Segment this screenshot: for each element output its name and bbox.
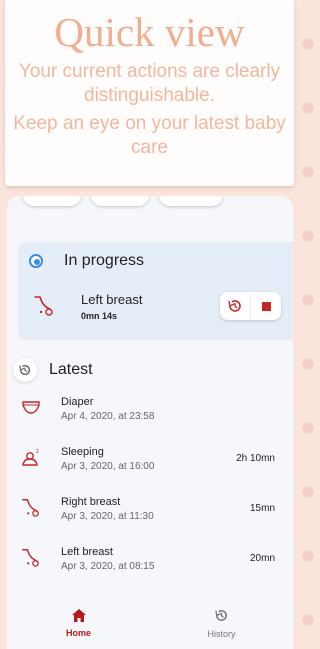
in-progress-card: In progress Left breast 0mn 14s bbox=[19, 242, 293, 338]
list-item-date: Apr 3, 2020, at 16:00 bbox=[61, 461, 155, 472]
breastfeeding-icon bbox=[22, 499, 39, 517]
promo-banner: Quick view Your current actions are clea… bbox=[5, 0, 294, 186]
svg-text:z: z bbox=[36, 449, 39, 455]
list-item-date: Apr 3, 2020, at 11:30 bbox=[61, 511, 154, 522]
in-progress-icon bbox=[29, 254, 43, 268]
list-item-duration: 15mn bbox=[249, 503, 275, 514]
list-item[interactable]: z Sleeping Apr 3, 2020, at 16:00 2h 10mn bbox=[7, 440, 293, 490]
in-progress-item[interactable]: Left breast 0mn 14s bbox=[33, 290, 285, 326]
nav-history[interactable]: History bbox=[150, 595, 293, 649]
history-icon bbox=[215, 609, 227, 621]
list-item-duration: 20mn bbox=[249, 553, 275, 564]
home-icon bbox=[71, 608, 86, 622]
history-button[interactable] bbox=[220, 292, 250, 320]
list-item-name: Left breast bbox=[61, 546, 113, 558]
list-item-duration: 2h 10mn bbox=[236, 453, 275, 464]
promo-title: Quick view bbox=[54, 9, 245, 55]
promo-subtitle: Your current actions are clearly disting… bbox=[18, 61, 281, 106]
quick-action-chip[interactable] bbox=[91, 196, 149, 206]
latest-list: Diaper Apr 4, 2020, at 23:58 z Sleeping … bbox=[7, 390, 293, 590]
list-item[interactable]: Right breast Apr 3, 2020, at 11:30 15mn bbox=[7, 490, 293, 540]
promo-subtitle-2: Keep an eye on your latest baby care bbox=[13, 113, 286, 158]
in-progress-timer: 0mn 14s bbox=[81, 311, 118, 321]
breastfeeding-icon bbox=[34, 296, 53, 316]
app-screen: In progress Left breast 0mn 14s Latest D… bbox=[7, 196, 293, 649]
in-progress-title: In progress bbox=[64, 252, 145, 269]
stop-button[interactable] bbox=[250, 292, 281, 320]
in-progress-name: Left breast bbox=[81, 292, 143, 307]
list-item[interactable]: Diaper Apr 4, 2020, at 23:58 bbox=[7, 390, 293, 440]
quick-action-chips bbox=[23, 196, 223, 206]
quick-action-chip[interactable] bbox=[159, 196, 223, 206]
quick-action-chip[interactable] bbox=[23, 196, 81, 206]
nav-history-label: History bbox=[207, 628, 236, 639]
list-item-name: Diaper bbox=[61, 396, 94, 408]
in-progress-actions bbox=[220, 292, 281, 320]
list-item-name: Sleeping bbox=[61, 446, 104, 458]
list-item-name: Right breast bbox=[61, 496, 121, 508]
in-progress-header: In progress bbox=[29, 252, 144, 270]
sleep-icon: z bbox=[22, 449, 39, 466]
list-item[interactable]: Left breast Apr 3, 2020, at 08:15 20mn bbox=[7, 540, 293, 590]
stop-icon bbox=[261, 301, 271, 311]
diaper-icon bbox=[22, 401, 40, 414]
latest-header: Latest bbox=[13, 358, 93, 382]
list-item-date: Apr 4, 2020, at 23:58 bbox=[61, 411, 155, 422]
breastfeeding-icon bbox=[22, 549, 39, 567]
nav-home[interactable]: Home bbox=[7, 595, 150, 649]
bottom-navigation: Home History bbox=[7, 595, 293, 649]
latest-history-icon bbox=[13, 358, 37, 382]
nav-home-label: Home bbox=[65, 627, 91, 638]
history-icon bbox=[228, 300, 241, 312]
latest-title: Latest bbox=[49, 361, 93, 378]
list-item-date: Apr 3, 2020, at 08:15 bbox=[61, 561, 155, 572]
